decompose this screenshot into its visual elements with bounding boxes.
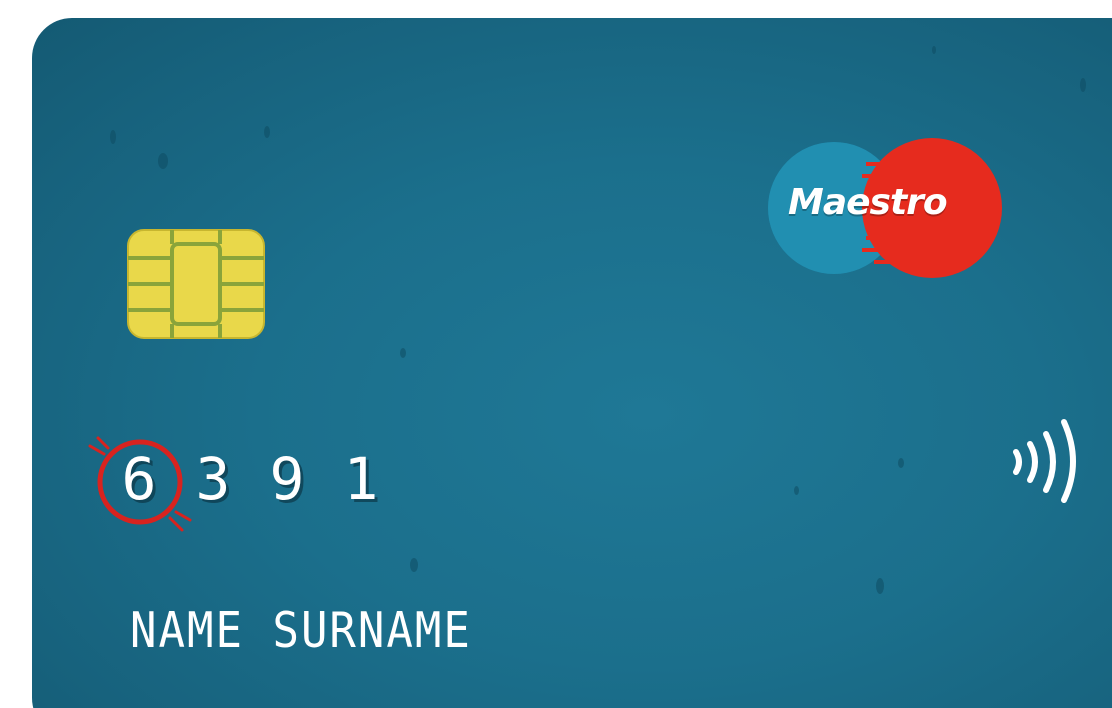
- contactless-icon: [1013, 419, 1076, 503]
- card-holder-name: NAME SURNAME: [130, 602, 472, 660]
- card-digit: 1: [343, 445, 379, 513]
- red-circle-annotation: [88, 436, 192, 532]
- card-texture-speck: [794, 486, 799, 495]
- emv-chip-icon: [127, 229, 265, 339]
- payment-card: Maestro 6 3 9 1 NAME SURNAME: [32, 18, 1112, 708]
- card-texture-speck: [932, 46, 936, 54]
- card-texture-speck: [898, 458, 904, 468]
- maestro-brand-label: Maestro: [788, 182, 948, 223]
- stage: Maestro 6 3 9 1 NAME SURNAME: [0, 0, 1112, 708]
- card-texture-speck: [400, 348, 406, 358]
- card-texture-speck: [410, 558, 418, 572]
- card-texture-speck: [158, 153, 168, 169]
- card-texture-speck: [264, 126, 270, 138]
- card-texture-speck: [110, 130, 116, 144]
- card-texture-speck: [876, 578, 884, 594]
- card-digit: 9: [269, 445, 305, 513]
- card-texture-speck: [1080, 78, 1086, 92]
